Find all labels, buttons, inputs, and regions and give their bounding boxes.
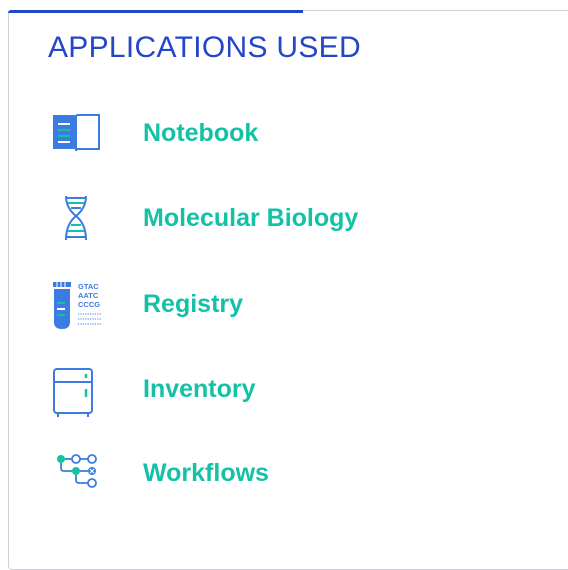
registry-icon-text-1: GTAC — [78, 282, 99, 291]
freezer-icon — [50, 367, 110, 417]
notebook-icon — [50, 111, 110, 155]
app-item-molecular-biology[interactable]: Molecular Biology — [50, 196, 450, 241]
app-label-molecular-biology: Molecular Biology — [143, 204, 359, 232]
app-label-workflows: Workflows — [143, 459, 269, 487]
panel-title: APPLICATIONS USED — [48, 31, 361, 64]
registry-icon-text-3: CCCG — [78, 300, 100, 309]
panel-accent-bar — [8, 10, 303, 13]
workflow-icon — [50, 451, 110, 495]
registry-icon: GTAC AATC CCCG — [50, 282, 110, 329]
app-label-inventory: Inventory — [143, 375, 256, 403]
app-item-inventory[interactable]: Inventory — [50, 367, 450, 417]
app-item-notebook[interactable]: Notebook — [50, 111, 450, 155]
app-label-notebook: Notebook — [143, 119, 259, 147]
dna-icon — [50, 196, 110, 241]
app-label-registry: Registry — [143, 290, 244, 318]
registry-icon-text-2: AATC — [78, 291, 99, 300]
app-item-registry[interactable]: GTAC AATC CCCG Registry — [50, 282, 450, 329]
app-item-workflows[interactable]: Workflows — [50, 451, 450, 495]
